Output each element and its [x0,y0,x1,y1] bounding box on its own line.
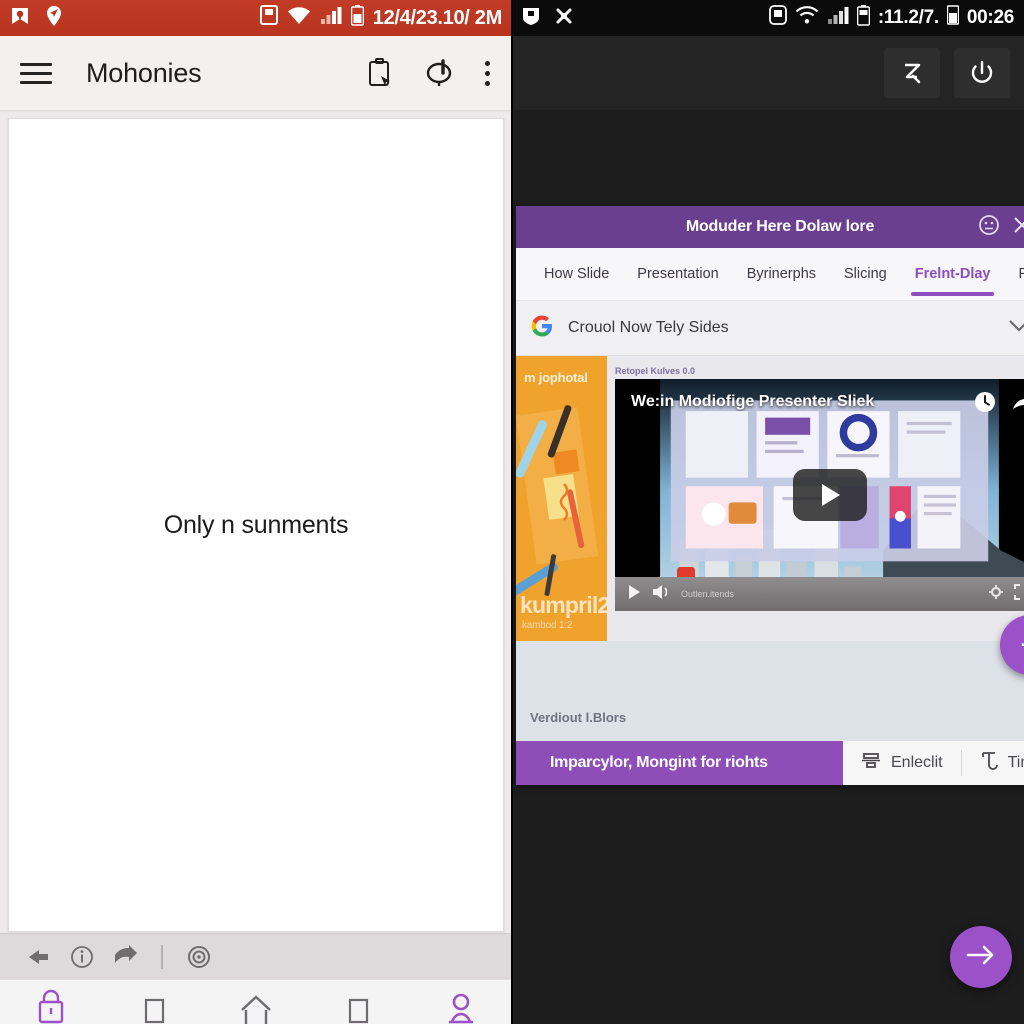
close-icon[interactable] [1012,215,1024,240]
wifi-icon [287,6,311,31]
tab-how-slide[interactable]: How Slide [530,248,623,300]
left-status-right: 12/4/23.10/ 2M [259,4,503,32]
tab-slicing[interactable]: Slicing [830,248,901,300]
thumbnail-title: kumpril2 [520,592,607,618]
primary-action-button[interactable]: Imparcylor, Mongint for riohts [516,741,843,785]
arrow-right-icon [966,944,996,971]
info-icon[interactable] [69,944,95,970]
play-button-icon[interactable] [792,469,867,521]
card-content: m jophotal kumpril2 kambod 1:2 Retopel K… [516,356,1024,641]
volume-icon[interactable] [651,584,671,605]
right-status-text: :11.2/7. [877,7,939,28]
empty-state-text: Only n sunments [163,510,349,539]
right-panel: :11.2/7. 00:26 Moduder Here Dolaw lore H… [512,0,1024,1024]
battery-icon [350,4,365,32]
lock-icon[interactable] [28,984,74,1024]
tinis-label: Tinis [1007,754,1024,771]
panel-divider [511,0,513,1024]
google-g-icon [530,314,554,343]
left-status-text: 12/4/23.10/ 2M [372,6,503,29]
notification-icon [10,5,30,32]
tab-presentation[interactable]: Presentation [623,248,732,300]
signal-icon [827,6,849,31]
tinis-button[interactable]: Tinis [962,741,1024,785]
video-top-icons [974,391,1024,418]
signal-icon [320,6,342,31]
card-below-area: Verdiout l.Blors + [516,615,1024,741]
video-section: Retopel Kulves 0.0 We:in Modiofige Prese… [607,356,1024,641]
right-status-bar: :11.2/7. 00:26 [512,0,1024,36]
clock-time: 00:26 [966,7,1014,28]
battery-icon [856,4,871,32]
power-icon[interactable] [954,48,1010,98]
wifi-icon [795,5,819,31]
thumbnail-card[interactable]: m jophotal kumpril2 kambod 1:2 [516,356,607,641]
search-suggestion-row[interactable]: Crouol Now Tely Sides [516,301,1024,356]
person-icon[interactable] [438,984,484,1024]
clock-icon[interactable] [974,391,996,418]
presentation-card: Moduder Here Dolaw lore How Slide Presen… [516,206,1024,785]
left-panel: 12/4/23.10/ 2M Mohonies Only n sunments [0,0,512,1024]
card-header-actions [978,206,1024,248]
left-status-bar: 12/4/23.10/ 2M [0,0,512,36]
sd-card-icon [769,5,787,31]
clipboard-select-icon[interactable] [365,57,395,89]
recents-icon[interactable] [335,984,381,1024]
home-icon[interactable] [233,984,279,1024]
play-icon[interactable] [627,584,641,605]
share-forward-icon[interactable] [1012,392,1024,417]
align-icon [861,752,881,775]
right-status-notification-icons [522,6,574,31]
video-title: We:in Modiofige Presenter Sliek [631,393,875,410]
left-toolbar: Mohonies [0,36,512,110]
share-icon[interactable] [112,944,138,970]
fullscreen-icon[interactable] [1014,583,1024,605]
left-status-notification-icons [10,5,64,32]
lasso-pointer-icon[interactable] [425,57,455,89]
left-toolbar-actions [365,57,496,89]
text-format-icon [980,751,998,776]
search-suggestion-text: Crouol Now Tely Sides [568,319,729,336]
enleclit-button[interactable]: Enleclit [843,741,961,785]
video-controls: Outlen.itends [615,577,1024,611]
split-screen-root: 12/4/23.10/ 2M Mohonies Only n sunments [0,0,1024,1024]
secondary-actions: Enleclit Tinis [843,741,1024,785]
page-title: Mohonies [86,57,202,88]
right-top-bar [512,36,1024,110]
card-action-bar: Imparcylor, Mongint for riohts Enleclit … [516,741,1024,785]
right-status-right: :11.2/7. 00:26 [769,4,1014,32]
overflow-menu-icon[interactable] [485,60,490,86]
tab-facel[interactable]: Facel [1004,248,1024,300]
target-icon[interactable] [186,944,212,970]
left-bottom-toolbar [0,933,512,980]
tab-byrinerphs[interactable]: Byrinerphs [733,248,830,300]
hamburger-menu-icon[interactable] [20,62,52,84]
back-arrow-icon[interactable] [26,944,52,970]
face-emoji-icon[interactable] [978,214,1000,241]
chevron-down-icon[interactable] [1008,319,1024,338]
video-progress-text[interactable]: Outlen.itends [681,589,978,599]
document-canvas[interactable]: Only n sunments [8,118,504,932]
zoom-z-icon[interactable] [884,48,940,98]
thumbnail-top-label: m jophotal [524,370,588,385]
card-title: Moduder Here Dolaw lore [685,218,875,235]
shield-icon [522,6,540,31]
video-player[interactable]: We:in Modiofige Presenter Sliek Outlen.i… [615,379,1024,611]
enleclit-label: Enleclit [891,754,943,771]
left-bottom-nav [0,979,512,1024]
battery-level-icon [946,5,960,31]
square-icon[interactable] [131,984,177,1024]
card-header: Moduder Here Dolaw lore [516,206,1024,248]
location-pin-icon [44,5,64,32]
toolbar-divider [161,945,163,969]
tab-frelnt-dlay[interactable]: Frelnt-Dlay [901,248,1005,300]
below-text: Verdiout l.Blors [530,710,627,725]
sd-card-icon [259,5,278,31]
video-label: Retopel Kulves 0.0 [615,366,696,376]
settings-icon[interactable] [988,584,1004,605]
bluetooth-icon [554,6,574,31]
next-fab-button[interactable] [950,926,1012,988]
thumbnail-subtitle: kambod 1:2 [522,620,573,631]
card-tab-bar: How Slide Presentation Byrinerphs Slicin… [516,248,1024,301]
